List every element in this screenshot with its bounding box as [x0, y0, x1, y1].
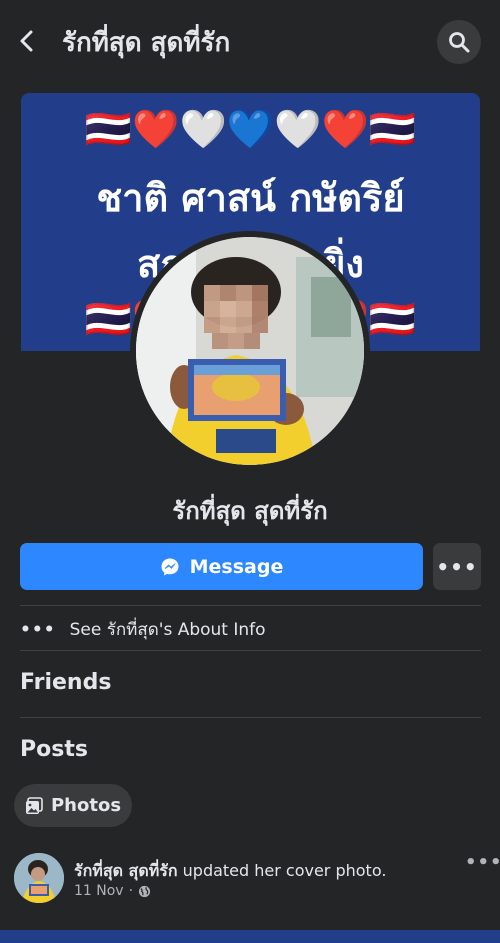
- post-action-text: updated her cover photo.: [182, 861, 387, 880]
- divider: [20, 717, 481, 718]
- search-icon: [449, 32, 470, 53]
- more-dots-icon: •••: [436, 554, 478, 579]
- cover-emoji-row-top: 🇹🇭❤️🤍💙🤍❤️🇹🇭: [84, 107, 417, 151]
- divider: [20, 605, 481, 606]
- profile-photo-image: [136, 237, 364, 465]
- post-author-avatar[interactable]: [14, 853, 64, 903]
- search-button[interactable]: [437, 20, 481, 64]
- divider: [20, 650, 481, 651]
- post-author-name[interactable]: รักที่สุด สุดที่รัก: [74, 861, 178, 880]
- meta-separator: ·: [128, 883, 134, 899]
- photos-icon: [25, 796, 43, 814]
- page-title: รักที่สุด สุดที่รัก: [62, 28, 231, 58]
- next-post-image-edge: [0, 930, 500, 943]
- about-dots-icon: •••: [20, 619, 56, 640]
- post-date[interactable]: 11 Nov: [74, 883, 124, 899]
- back-button[interactable]: [14, 26, 40, 56]
- profile-name: รักที่สุด สุดที่รัก: [172, 497, 328, 525]
- more-options-button[interactable]: •••: [433, 543, 481, 590]
- message-button[interactable]: Message: [20, 543, 423, 590]
- post-meta: 11 Nov ·: [74, 883, 151, 899]
- messenger-icon: [161, 558, 179, 575]
- photos-button-label: Photos: [50, 795, 122, 816]
- globe-icon: [138, 885, 151, 897]
- profile-picture[interactable]: [130, 231, 370, 471]
- message-button-label: Message: [189, 555, 284, 578]
- photos-button[interactable]: Photos: [14, 784, 132, 827]
- posts-heading: Posts: [20, 737, 88, 762]
- post-header: รักที่สุด สุดที่รัก updated her cover ph…: [74, 859, 454, 884]
- cover-text-line1: ชาติ ศาสน์ กษัตริย์: [96, 176, 405, 220]
- chevron-left-icon: [20, 30, 33, 52]
- post-more-button[interactable]: •••: [465, 852, 500, 873]
- about-info-label: See รักที่สุด's About Info: [69, 620, 266, 640]
- friends-heading[interactable]: Friends: [20, 670, 111, 695]
- about-info-link[interactable]: ••• See รักที่สุด's About Info: [20, 616, 266, 643]
